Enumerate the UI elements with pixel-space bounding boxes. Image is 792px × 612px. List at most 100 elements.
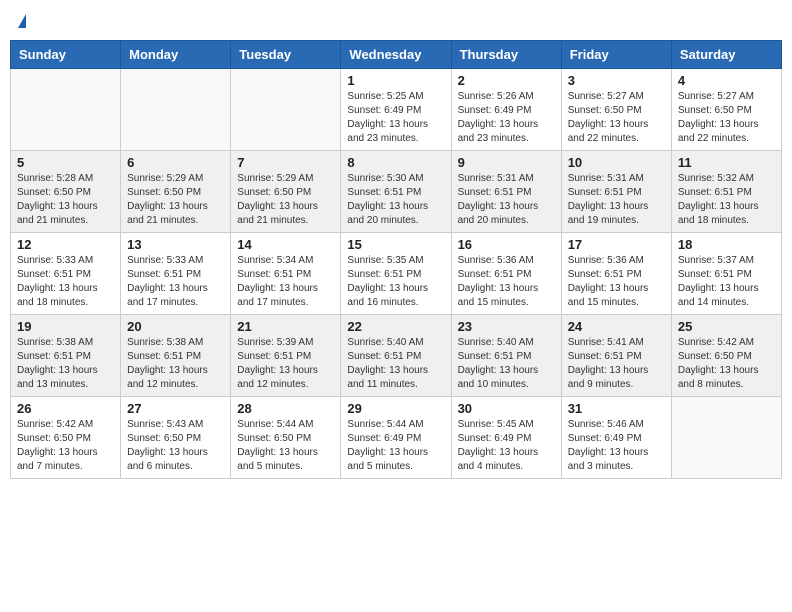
day-number: 13 <box>127 237 224 252</box>
day-info: Sunrise: 5:35 AM Sunset: 6:51 PM Dayligh… <box>347 254 444 310</box>
day-number: 14 <box>237 237 334 252</box>
day-info: Sunrise: 5:44 AM Sunset: 6:50 PM Dayligh… <box>237 418 334 474</box>
column-header-wednesday: Wednesday <box>341 41 451 69</box>
day-number: 29 <box>347 401 444 416</box>
day-info: Sunrise: 5:31 AM Sunset: 6:51 PM Dayligh… <box>458 172 555 228</box>
calendar-day: 3Sunrise: 5:27 AM Sunset: 6:50 PM Daylig… <box>561 69 671 151</box>
day-number: 12 <box>17 237 114 252</box>
day-info: Sunrise: 5:36 AM Sunset: 6:51 PM Dayligh… <box>568 254 665 310</box>
calendar-table: SundayMondayTuesdayWednesdayThursdayFrid… <box>10 40 782 479</box>
column-header-tuesday: Tuesday <box>231 41 341 69</box>
column-header-friday: Friday <box>561 41 671 69</box>
day-info: Sunrise: 5:39 AM Sunset: 6:51 PM Dayligh… <box>237 336 334 392</box>
day-number: 11 <box>678 155 775 170</box>
day-info: Sunrise: 5:28 AM Sunset: 6:50 PM Dayligh… <box>17 172 114 228</box>
day-info: Sunrise: 5:44 AM Sunset: 6:49 PM Dayligh… <box>347 418 444 474</box>
calendar-day: 21 Sunrise: 5:39 AM Sunset: 6:51 PM Dayli… <box>231 315 341 397</box>
calendar-header-row: SundayMondayTuesdayWednesdayThursdayFrid… <box>11 41 782 69</box>
day-info: Sunrise: 5:30 AM Sunset: 6:51 PM Dayligh… <box>347 172 444 228</box>
calendar-week-2: 5Sunrise: 5:28 AM Sunset: 6:50 PM Daylig… <box>11 151 782 233</box>
day-info: Sunrise: 5:42 AM Sunset: 6:50 PM Dayligh… <box>678 336 775 392</box>
calendar-day: 13 Sunrise: 5:33 AM Sunset: 6:51 PM Dayli… <box>121 233 231 315</box>
calendar-day: 19 Sunrise: 5:38 AM Sunset: 6:51 PM Dayli… <box>11 315 121 397</box>
calendar-day <box>671 397 781 479</box>
calendar-day: 25 Sunrise: 5:42 AM Sunset: 6:50 PM Dayli… <box>671 315 781 397</box>
calendar-day: 8 Sunrise: 5:30 AM Sunset: 6:51 PM Daylig… <box>341 151 451 233</box>
day-number: 2 <box>458 73 555 88</box>
calendar-day: 7Sunrise: 5:29 AM Sunset: 6:50 PM Daylig… <box>231 151 341 233</box>
calendar-day <box>121 69 231 151</box>
day-number: 26 <box>17 401 114 416</box>
day-info: Sunrise: 5:27 AM Sunset: 6:50 PM Dayligh… <box>678 90 775 146</box>
day-info: Sunrise: 5:41 AM Sunset: 6:51 PM Dayligh… <box>568 336 665 392</box>
day-number: 16 <box>458 237 555 252</box>
day-info: Sunrise: 5:45 AM Sunset: 6:49 PM Dayligh… <box>458 418 555 474</box>
calendar-day: 15 Sunrise: 5:35 AM Sunset: 6:51 PM Dayli… <box>341 233 451 315</box>
calendar-day: 12 Sunrise: 5:33 AM Sunset: 6:51 PM Dayli… <box>11 233 121 315</box>
day-info: Sunrise: 5:43 AM Sunset: 6:50 PM Dayligh… <box>127 418 224 474</box>
calendar-day: 20 Sunrise: 5:38 AM Sunset: 6:51 PM Dayli… <box>121 315 231 397</box>
calendar-day: 11 Sunrise: 5:32 AM Sunset: 6:51 PM Dayli… <box>671 151 781 233</box>
column-header-thursday: Thursday <box>451 41 561 69</box>
day-number: 28 <box>237 401 334 416</box>
day-number: 6 <box>127 155 224 170</box>
logo <box>16 14 26 28</box>
calendar-day: 22 Sunrise: 5:40 AM Sunset: 6:51 PM Dayli… <box>341 315 451 397</box>
day-info: Sunrise: 5:32 AM Sunset: 6:51 PM Dayligh… <box>678 172 775 228</box>
calendar-day: 17 Sunrise: 5:36 AM Sunset: 6:51 PM Dayli… <box>561 233 671 315</box>
calendar-day: 4 Sunrise: 5:27 AM Sunset: 6:50 PM Daylig… <box>671 69 781 151</box>
day-number: 4 <box>678 73 775 88</box>
day-info: Sunrise: 5:31 AM Sunset: 6:51 PM Dayligh… <box>568 172 665 228</box>
calendar-day: 9 Sunrise: 5:31 AM Sunset: 6:51 PM Daylig… <box>451 151 561 233</box>
calendar-day: 31Sunrise: 5:46 AM Sunset: 6:49 PM Dayli… <box>561 397 671 479</box>
day-number: 24 <box>568 319 665 334</box>
calendar-week-5: 26Sunrise: 5:42 AM Sunset: 6:50 PM Dayli… <box>11 397 782 479</box>
calendar-day: 28 Sunrise: 5:44 AM Sunset: 6:50 PM Dayli… <box>231 397 341 479</box>
day-info: Sunrise: 5:40 AM Sunset: 6:51 PM Dayligh… <box>347 336 444 392</box>
day-number: 20 <box>127 319 224 334</box>
day-info: Sunrise: 5:33 AM Sunset: 6:51 PM Dayligh… <box>17 254 114 310</box>
calendar-day: 24 Sunrise: 5:41 AM Sunset: 6:51 PM Dayli… <box>561 315 671 397</box>
day-info: Sunrise: 5:33 AM Sunset: 6:51 PM Dayligh… <box>127 254 224 310</box>
calendar-day: 1Sunrise: 5:25 AM Sunset: 6:49 PM Daylig… <box>341 69 451 151</box>
column-header-monday: Monday <box>121 41 231 69</box>
calendar-day: 29 Sunrise: 5:44 AM Sunset: 6:49 PM Dayli… <box>341 397 451 479</box>
day-info: Sunrise: 5:34 AM Sunset: 6:51 PM Dayligh… <box>237 254 334 310</box>
day-info: Sunrise: 5:36 AM Sunset: 6:51 PM Dayligh… <box>458 254 555 310</box>
day-number: 9 <box>458 155 555 170</box>
calendar-day <box>231 69 341 151</box>
day-number: 1 <box>347 73 444 88</box>
calendar-week-4: 19 Sunrise: 5:38 AM Sunset: 6:51 PM Dayli… <box>11 315 782 397</box>
day-number: 22 <box>347 319 444 334</box>
day-info: Sunrise: 5:38 AM Sunset: 6:51 PM Dayligh… <box>17 336 114 392</box>
day-info: Sunrise: 5:29 AM Sunset: 6:50 PM Dayligh… <box>237 172 334 228</box>
calendar-week-1: 1Sunrise: 5:25 AM Sunset: 6:49 PM Daylig… <box>11 69 782 151</box>
calendar-day: 14 Sunrise: 5:34 AM Sunset: 6:51 PM Dayli… <box>231 233 341 315</box>
day-number: 27 <box>127 401 224 416</box>
day-number: 8 <box>347 155 444 170</box>
calendar-day: 6 Sunrise: 5:29 AM Sunset: 6:50 PM Daylig… <box>121 151 231 233</box>
logo-icon <box>18 14 26 28</box>
day-number: 18 <box>678 237 775 252</box>
day-number: 25 <box>678 319 775 334</box>
day-number: 17 <box>568 237 665 252</box>
calendar-day: 23 Sunrise: 5:40 AM Sunset: 6:51 PM Dayli… <box>451 315 561 397</box>
day-info: Sunrise: 5:29 AM Sunset: 6:50 PM Dayligh… <box>127 172 224 228</box>
day-number: 21 <box>237 319 334 334</box>
calendar-week-3: 12 Sunrise: 5:33 AM Sunset: 6:51 PM Dayli… <box>11 233 782 315</box>
calendar-day: 30 Sunrise: 5:45 AM Sunset: 6:49 PM Dayli… <box>451 397 561 479</box>
day-number: 3 <box>568 73 665 88</box>
day-number: 23 <box>458 319 555 334</box>
day-number: 15 <box>347 237 444 252</box>
day-info: Sunrise: 5:40 AM Sunset: 6:51 PM Dayligh… <box>458 336 555 392</box>
calendar-day: 5Sunrise: 5:28 AM Sunset: 6:50 PM Daylig… <box>11 151 121 233</box>
calendar-day: 18 Sunrise: 5:37 AM Sunset: 6:51 PM Dayli… <box>671 233 781 315</box>
day-info: Sunrise: 5:38 AM Sunset: 6:51 PM Dayligh… <box>127 336 224 392</box>
day-number: 31 <box>568 401 665 416</box>
day-number: 30 <box>458 401 555 416</box>
page-header <box>10 10 782 32</box>
column-header-saturday: Saturday <box>671 41 781 69</box>
day-info: Sunrise: 5:37 AM Sunset: 6:51 PM Dayligh… <box>678 254 775 310</box>
day-info: Sunrise: 5:26 AM Sunset: 6:49 PM Dayligh… <box>458 90 555 146</box>
day-number: 19 <box>17 319 114 334</box>
